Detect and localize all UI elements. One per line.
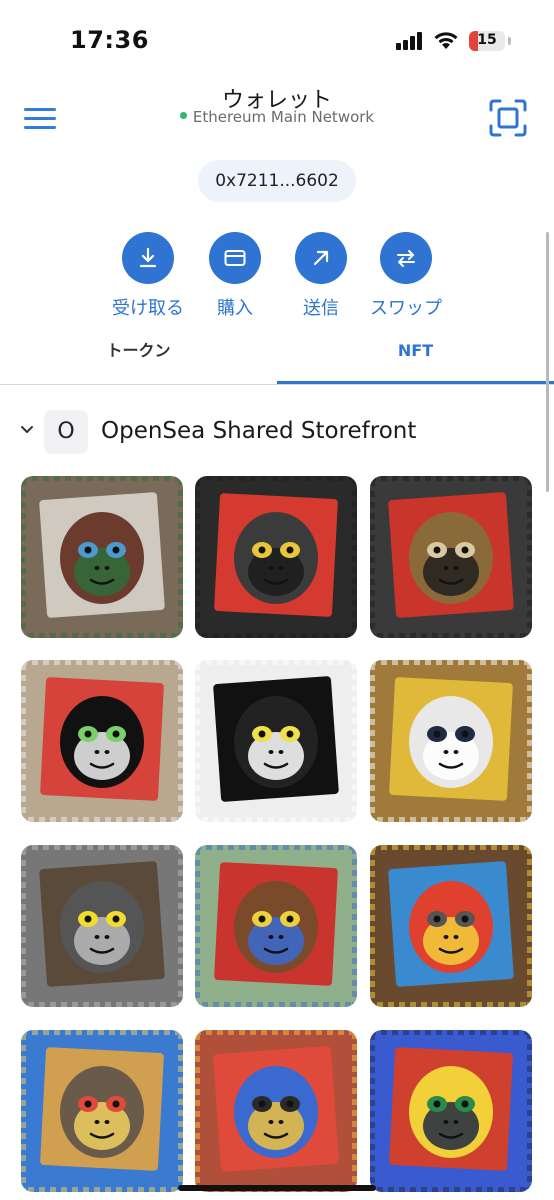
tab-nft-label: NFT (397, 341, 434, 360)
wifi-icon (434, 32, 458, 49)
buy-label: 購入 (217, 298, 253, 319)
receive-button[interactable]: 受け取る (102, 232, 194, 320)
status-bar: 17:36 15 (0, 0, 554, 70)
receive-label: 受け取る (112, 298, 184, 319)
swap-button[interactable]: スワップ (360, 232, 452, 320)
download-icon (122, 232, 174, 284)
nft-image (21, 476, 183, 638)
send-label: 送信 (303, 298, 339, 319)
nft-card[interactable] (370, 660, 532, 822)
clock: 17:36 (70, 26, 149, 54)
battery-nub (508, 37, 511, 45)
nft-image (370, 476, 532, 638)
nft-card[interactable] (21, 845, 183, 1007)
nft-image (195, 660, 357, 822)
card-icon (209, 232, 261, 284)
tabs-divider (0, 384, 554, 385)
nft-image (21, 660, 183, 822)
arrow-up-right-icon (295, 232, 347, 284)
nft-image (370, 845, 532, 1007)
home-indicator[interactable] (178, 1185, 376, 1191)
tab-tokens[interactable]: トークン (0, 338, 277, 386)
buy-button[interactable]: 購入 (189, 232, 281, 320)
account-address-pill[interactable]: 0x7211...6602 (198, 160, 356, 202)
collection-name: OpenSea Shared Storefront (101, 418, 417, 444)
cellular-signal-icon (396, 32, 424, 50)
nft-card[interactable] (195, 845, 357, 1007)
nft-card[interactable] (370, 476, 532, 638)
nft-card[interactable] (370, 845, 532, 1007)
nft-image (370, 660, 532, 822)
battery-icon: 15 (469, 31, 505, 51)
nft-image (370, 1030, 532, 1192)
chevron-down-icon[interactable] (20, 425, 34, 435)
nft-image (21, 1030, 183, 1192)
active-tab-indicator (277, 381, 554, 384)
network-status-dot (179, 112, 187, 119)
network-name: Ethereum Main Network (192, 108, 375, 126)
nft-card[interactable] (21, 1030, 183, 1192)
scrollbar[interactable] (546, 232, 549, 492)
nft-card[interactable] (195, 1030, 357, 1192)
collection-avatar: O (44, 410, 88, 454)
nft-card[interactable] (370, 1030, 532, 1192)
nft-card[interactable] (21, 476, 183, 638)
nft-image (21, 845, 183, 1007)
nft-card[interactable] (21, 660, 183, 822)
swap-label: スワップ (370, 298, 442, 319)
nft-image (195, 845, 357, 1007)
network-indicator[interactable]: Ethereum Main Network (0, 108, 554, 126)
tab-tokens-label: トークン (106, 341, 171, 360)
collection-header[interactable]: O OpenSea Shared Storefront (0, 408, 554, 458)
tab-nft[interactable]: NFT (277, 338, 554, 386)
nft-image (195, 1030, 357, 1192)
nft-image (195, 476, 357, 638)
battery-level: 15 (477, 32, 497, 48)
send-button[interactable]: 送信 (275, 232, 367, 320)
swap-icon (380, 232, 432, 284)
scan-qr-icon[interactable] (489, 99, 527, 137)
nft-card[interactable] (195, 660, 357, 822)
nft-card[interactable] (195, 476, 357, 638)
